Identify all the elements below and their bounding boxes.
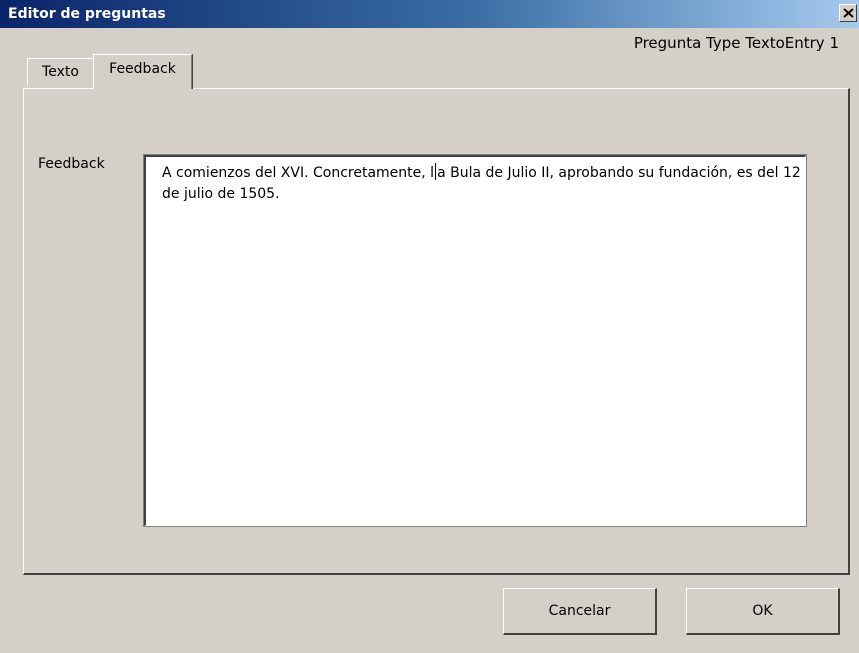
feedback-text: A comienzos del XVI. Concretamente, la B… <box>162 163 802 205</box>
ok-button[interactable]: OK <box>686 588 840 635</box>
feedback-textarea[interactable]: A comienzos del XVI. Concretamente, la B… <box>143 154 807 527</box>
feedback-label: Feedback <box>38 156 105 172</box>
cancel-button[interactable]: Cancelar <box>503 588 657 635</box>
dialog-window: Editor de preguntas Pregunta Type TextoE… <box>0 0 859 653</box>
title-bar[interactable]: Editor de preguntas <box>0 0 859 28</box>
tab-feedback[interactable]: Feedback <box>93 54 193 89</box>
close-icon <box>843 8 854 18</box>
text-caret <box>435 163 437 180</box>
tab-texto[interactable]: Texto <box>27 58 94 86</box>
window-title: Editor de preguntas <box>8 6 166 22</box>
feedback-text-before-caret: A comienzos del XVI. Concretamente, l <box>162 165 435 181</box>
question-subtitle: Pregunta Type TextoEntry 1 <box>633 34 839 52</box>
close-button[interactable] <box>839 4 857 22</box>
